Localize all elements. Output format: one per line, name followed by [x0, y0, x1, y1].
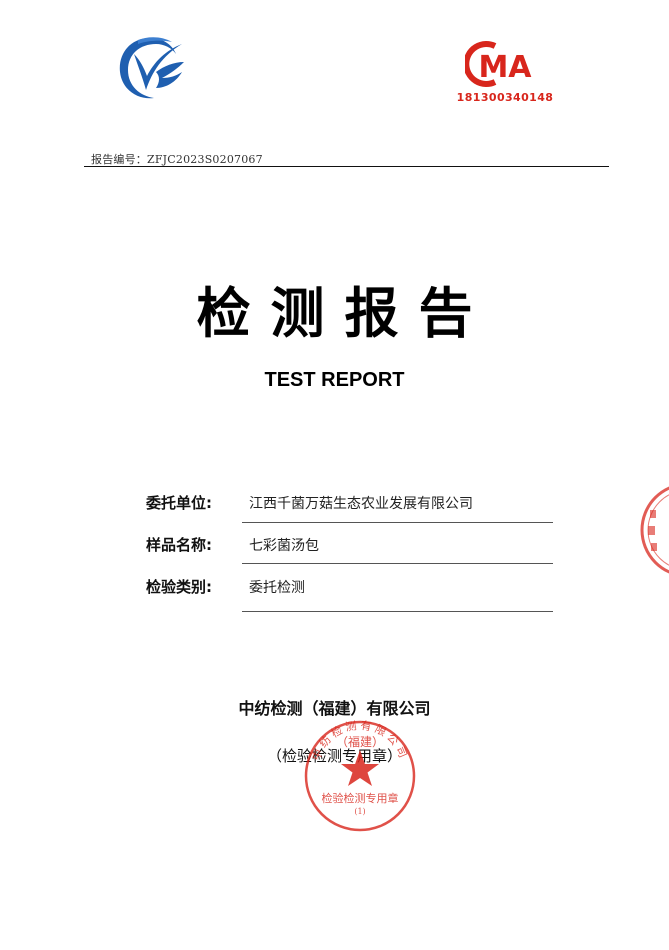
field-underline [242, 611, 553, 612]
report-cover: MA 181300340148 报告编号：ZFJC2023S0207067 检测… [0, 0, 669, 950]
field-label-category: 检验类别: [146, 578, 212, 596]
cma-number: 181300340148 [456, 91, 554, 104]
field-underline [242, 522, 553, 523]
stamp-middle-text: 检验检测专用章 [322, 791, 399, 805]
report-title-english: TEST REPORT [264, 369, 405, 391]
edge-seal-icon [640, 486, 669, 574]
official-stamp-icon: 中纺检测有限公司 （福建） 检验检测专用章 (1) [304, 718, 416, 832]
header-divider [84, 166, 609, 167]
report-number: 报告编号：ZFJC2023S0207067 [91, 153, 263, 166]
field-label-client: 委托单位: [146, 494, 212, 512]
cma-mark-text: MA [478, 50, 532, 85]
company-logo-icon [119, 37, 184, 99]
stamp-top-text: （福建） [336, 734, 384, 749]
stamp-bottom-text: (1) [354, 807, 365, 816]
field-value-client: 江西千菌万菇生态农业发展有限公司 [249, 496, 473, 512]
field-value-sample: 七彩菌汤包 [249, 538, 319, 554]
cma-mark-icon: MA [465, 41, 532, 87]
report-title: 检测报告 [196, 282, 493, 345]
field-label-sample: 样品名称: [146, 536, 212, 554]
field-value-category: 委托检测 [249, 580, 305, 596]
field-underline [242, 563, 553, 564]
